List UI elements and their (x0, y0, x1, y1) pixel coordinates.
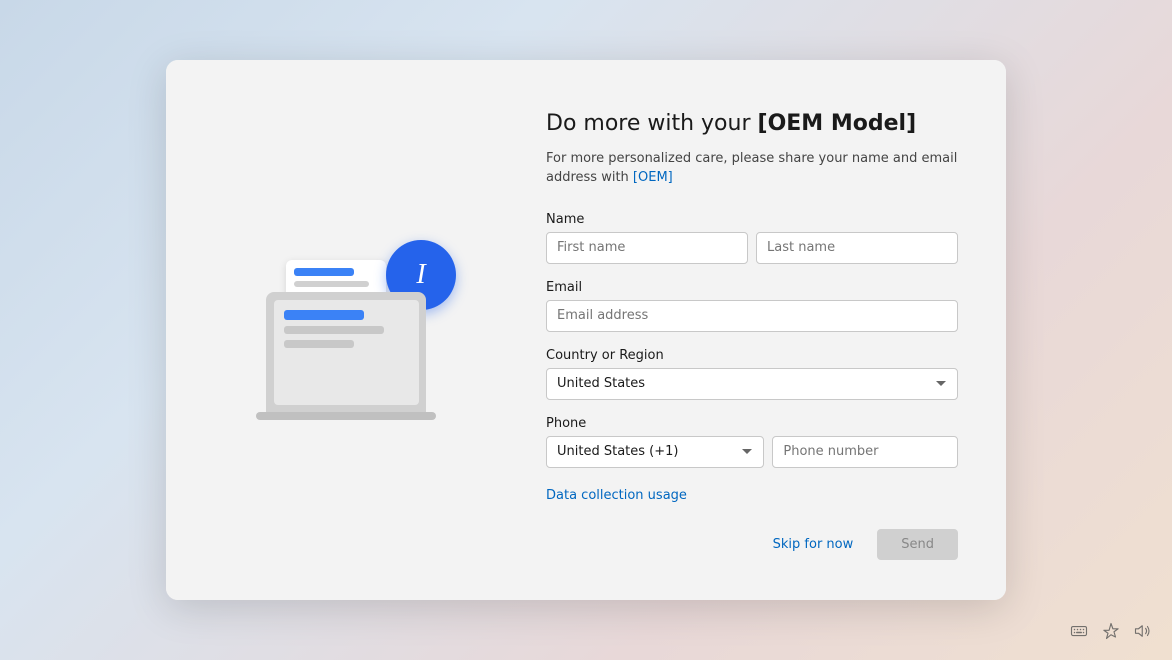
phone-number-input[interactable] (772, 436, 958, 468)
keyboard-svg (1070, 622, 1088, 640)
phone-label: Phone (546, 416, 958, 431)
email-label: Email (546, 280, 958, 295)
title-prefix: Do more with your (546, 111, 758, 136)
last-name-input[interactable] (756, 232, 958, 264)
keyboard-icon[interactable] (1070, 622, 1088, 644)
screen-bar-blue (284, 310, 364, 320)
title-bold: [OEM Model] (758, 111, 917, 136)
volume-svg (1134, 622, 1152, 640)
illustration: I (236, 230, 456, 430)
phone-group: Phone United States (+1) Canada (+1) Uni… (546, 416, 958, 468)
send-button[interactable]: Send (877, 529, 958, 560)
laptop-screen-inner (274, 300, 419, 405)
star-svg (1102, 622, 1120, 640)
form-panel: Do more with your [OEM Model] For more p… (526, 60, 1006, 600)
bottom-actions: Skip for now Send (546, 519, 958, 560)
doc-bar-gray1 (294, 281, 369, 287)
laptop-base (256, 412, 436, 420)
laptop-screen (266, 292, 426, 412)
skip-button[interactable]: Skip for now (761, 529, 866, 560)
name-label: Name (546, 212, 958, 227)
illustration-panel: I (166, 60, 526, 600)
page-title: Do more with your [OEM Model] (546, 110, 958, 139)
phone-country-select[interactable]: United States (+1) Canada (+1) United Ki… (546, 436, 764, 468)
country-group: Country or Region United States Canada U… (546, 348, 958, 400)
oem-link[interactable]: [OEM] (633, 170, 673, 185)
email-group: Email (546, 280, 958, 332)
email-input[interactable] (546, 300, 958, 332)
page-subtitle: For more personalized care, please share… (546, 149, 958, 188)
volume-icon[interactable] (1134, 622, 1152, 644)
phone-row: United States (+1) Canada (+1) United Ki… (546, 436, 958, 468)
form-section: Do more with your [OEM Model] For more p… (546, 110, 958, 519)
main-dialog: I Do more with your [OEM Model] For more… (166, 60, 1006, 600)
cursor-letter: I (416, 259, 425, 291)
first-name-input[interactable] (546, 232, 748, 264)
doc-bar-blue (294, 268, 354, 276)
screen-bar-gray1 (284, 326, 384, 334)
taskbar-icons (1070, 622, 1152, 644)
country-select[interactable]: United States Canada United Kingdom Aust… (546, 368, 958, 400)
screen-bar-gray2 (284, 340, 354, 348)
name-group: Name (546, 212, 958, 264)
data-collection-link[interactable]: Data collection usage (546, 488, 687, 503)
name-row (546, 232, 958, 264)
star-icon[interactable] (1102, 622, 1120, 644)
country-label: Country or Region (546, 348, 958, 363)
